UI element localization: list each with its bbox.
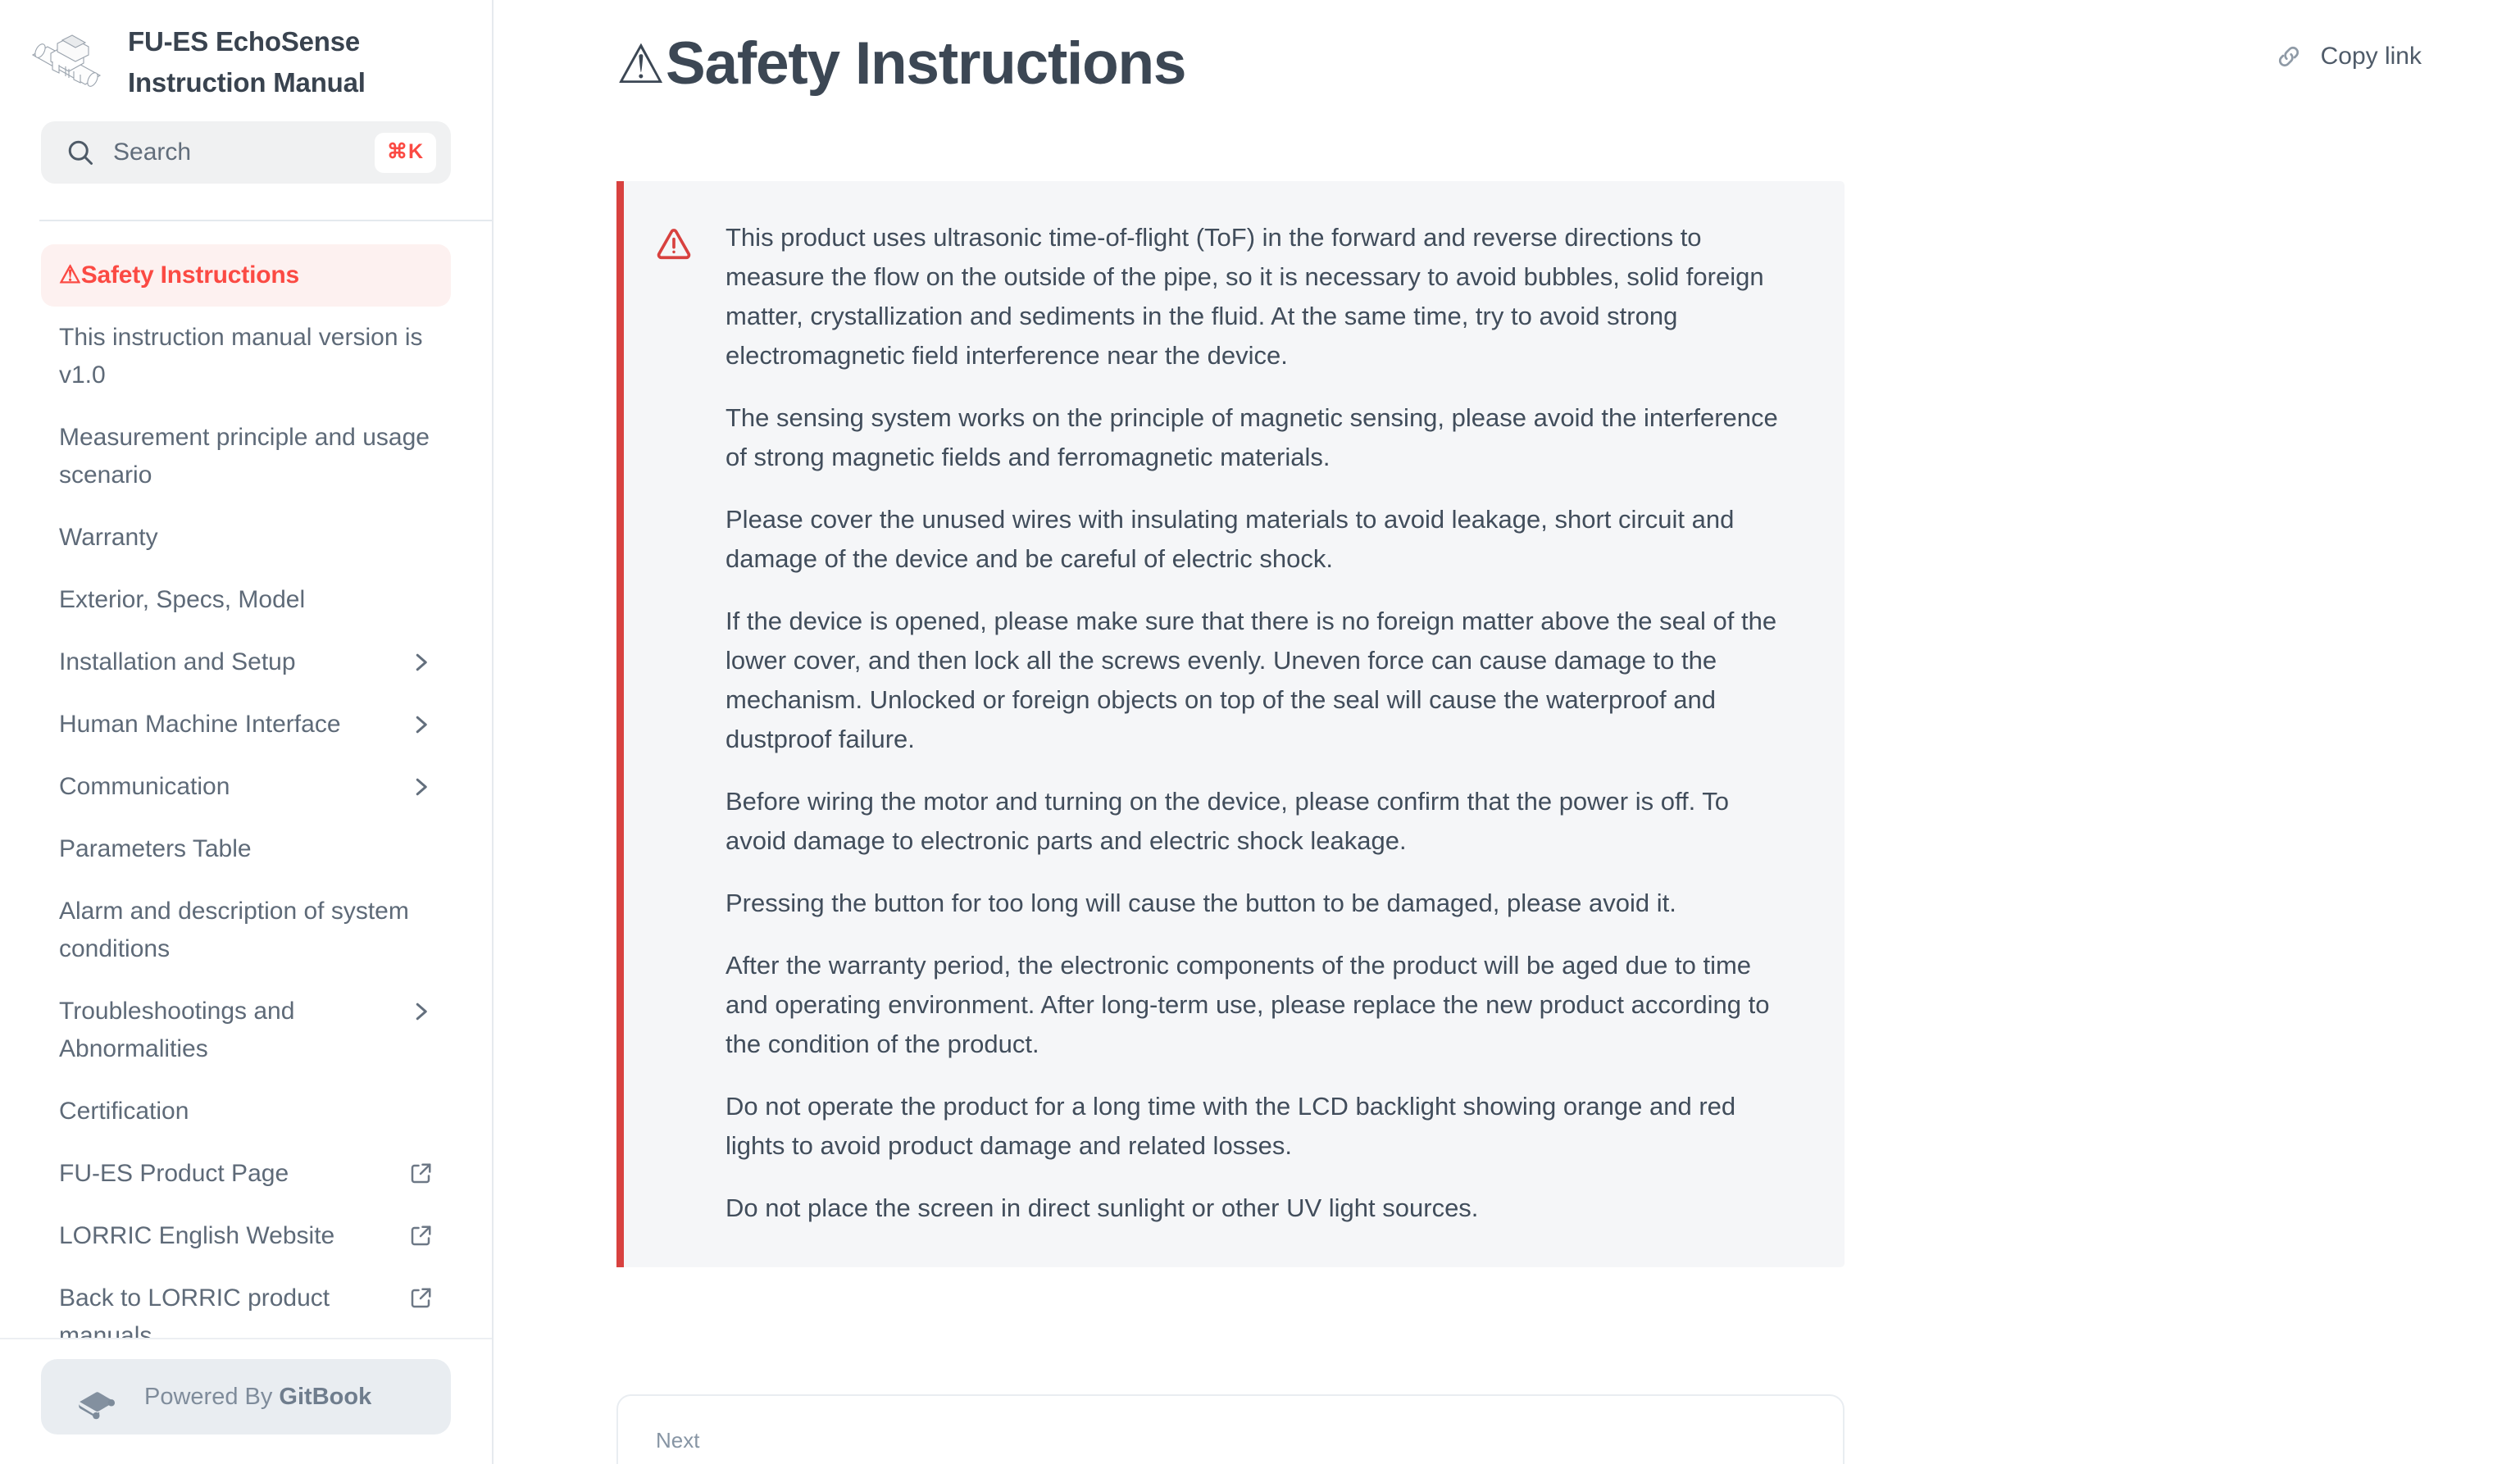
sidebar-item-13[interactable]: LORRIC English Website bbox=[41, 1205, 451, 1267]
search-input[interactable]: Search ⌘K bbox=[41, 121, 451, 184]
sidebar-footer: Powered By GitBook bbox=[0, 1338, 492, 1464]
sidebar: FU-ES EchoSense Instruction Manual Searc… bbox=[0, 0, 494, 1464]
sidebar-item-11[interactable]: Certification bbox=[41, 1080, 451, 1143]
page-body: This product uses ultrasonic time-of-fli… bbox=[494, 181, 2520, 1267]
sidebar-item-label: Troubleshootings and Abnormalities bbox=[59, 998, 295, 1062]
next-label: Next bbox=[656, 1428, 700, 1453]
gitbook-prefix: Powered By bbox=[144, 1383, 280, 1410]
sidebar-item-label: Alarm and description of system conditio… bbox=[59, 898, 409, 962]
search-section: Search ⌘K bbox=[0, 121, 492, 184]
sidebar-item-label: This instruction manual version is v1.0 bbox=[59, 324, 423, 389]
callout-paragraph: This product uses ultrasonic time-of-fli… bbox=[726, 223, 1764, 370]
gitbook-brand: GitBook bbox=[279, 1383, 372, 1410]
callout-paragraph: Do not operate the product for a long ti… bbox=[726, 1092, 1736, 1160]
gitbook-footer-label: Powered By GitBook bbox=[144, 1384, 371, 1411]
callout-warning-icon bbox=[655, 225, 696, 1228]
sidebar-item-label: FU-ES Product Page bbox=[59, 1160, 289, 1187]
external-link-icon bbox=[411, 1288, 431, 1308]
sidebar-nav: ⚠Safety Instructions This instruction man… bbox=[0, 221, 492, 1338]
brand-title-line2: Instruction Manual bbox=[128, 67, 366, 98]
search-placeholder: Search bbox=[113, 139, 192, 166]
callout-paragraph: Before wiring the motor and turning on t… bbox=[726, 787, 1730, 855]
page-title-text: Safety Instructions bbox=[665, 30, 1187, 97]
sidebar-item-9[interactable]: Alarm and description of system conditio… bbox=[41, 880, 451, 980]
sidebar-item-4[interactable]: Exterior, Specs, Model bbox=[41, 569, 451, 631]
chevron-right-icon bbox=[416, 778, 427, 796]
page-title: ⚠ Safety Instructions bbox=[616, 25, 2275, 103]
brand-title: FU-ES EchoSense Instruction Manual bbox=[128, 21, 366, 103]
sidebar-item-10[interactable]: Troubleshootings and Abnormalities bbox=[41, 980, 451, 1080]
warning-triangle-icon: ⚠ bbox=[616, 34, 665, 94]
sidebar-item-label: Human Machine Interface bbox=[59, 711, 341, 738]
sidebar-item-label: ⚠Safety Instructions bbox=[59, 261, 299, 289]
sidebar-item-7[interactable]: Communication bbox=[41, 756, 451, 818]
sidebar-item-label: Back to LORRIC product manuals. bbox=[59, 1284, 330, 1338]
search-shortcut-badge: ⌘K bbox=[374, 132, 436, 173]
chevron-right-icon bbox=[416, 716, 427, 734]
callout-paragraph: The sensing system works on the principl… bbox=[726, 403, 1778, 471]
safety-callout: This product uses ultrasonic time-of-fli… bbox=[616, 181, 1845, 1267]
sidebar-item-3[interactable]: Warranty bbox=[41, 507, 451, 569]
sidebar-item-0[interactable]: ⚠Safety Instructions bbox=[41, 244, 451, 307]
callout-paragraph: Please cover the unused wires with insul… bbox=[726, 505, 1735, 573]
chevron-right-icon bbox=[416, 653, 427, 671]
sidebar-item-label: Installation and Setup bbox=[59, 648, 296, 675]
sidebar-item-1[interactable]: This instruction manual version is v1.0 bbox=[41, 307, 451, 407]
copy-link-label: Copy link bbox=[2320, 43, 2422, 70]
sidebar-item-5[interactable]: Installation and Setup bbox=[41, 631, 451, 693]
sidebar-item-label: LORRIC English Website bbox=[59, 1222, 335, 1249]
link-chain-icon bbox=[2278, 46, 2299, 67]
callout-paragraphs: This product uses ultrasonic time-of-fli… bbox=[696, 218, 1795, 1228]
brand-title-line1: FU-ES EchoSense bbox=[128, 26, 361, 57]
chevron-right-icon bbox=[416, 1003, 427, 1021]
sidebar-item-label: Communication bbox=[59, 773, 230, 800]
sidebar-item-12[interactable]: FU-ES Product Page bbox=[41, 1143, 451, 1205]
gitbook-book-icon bbox=[79, 1392, 116, 1420]
callout-paragraph: Do not place the screen in direct sunlig… bbox=[726, 1193, 1479, 1222]
sidebar-item-6[interactable]: Human Machine Interface bbox=[41, 693, 451, 756]
app-root: FU-ES EchoSense Instruction Manual Searc… bbox=[0, 0, 2520, 1464]
flow-sensor-on-pipe-icon bbox=[31, 34, 102, 87]
sidebar-item-label: Measurement principle and usage scenario bbox=[59, 424, 430, 489]
external-link-icon bbox=[411, 1163, 431, 1184]
main-content: ⚠ Safety Instructions Copy link This pro… bbox=[494, 0, 2520, 1464]
copy-link-button[interactable]: Copy link bbox=[2275, 43, 2422, 70]
next-page-link[interactable]: Next This instruction manual version is … bbox=[616, 1394, 1845, 1464]
search-icon bbox=[68, 140, 93, 165]
sidebar-item-8[interactable]: Parameters Table bbox=[41, 818, 451, 880]
external-link-icon bbox=[411, 1225, 431, 1246]
sidebar-item-label: Warranty bbox=[59, 524, 158, 551]
callout-paragraph: After the warranty period, the electroni… bbox=[726, 951, 1770, 1058]
sidebar-item-2[interactable]: Measurement principle and usage scenario bbox=[41, 407, 451, 507]
callout-paragraph: If the device is opened, please make sur… bbox=[726, 607, 1777, 753]
sidebar-item-label: Exterior, Specs, Model bbox=[59, 586, 306, 613]
sidebar-item-label: Parameters Table bbox=[59, 835, 252, 862]
sidebar-item-label: Certification bbox=[59, 1098, 189, 1125]
page-header: ⚠ Safety Instructions Copy link bbox=[494, 0, 2520, 103]
next-page-text: Next This instruction manual version is … bbox=[656, 1424, 1764, 1464]
powered-by-gitbook-badge[interactable]: Powered By GitBook bbox=[41, 1359, 451, 1434]
sidebar-item-14[interactable]: Back to LORRIC product manuals. bbox=[41, 1267, 451, 1338]
callout-paragraph: Pressing the button for too long will ca… bbox=[726, 889, 1676, 917]
brand-header[interactable]: FU-ES EchoSense Instruction Manual bbox=[0, 0, 492, 121]
